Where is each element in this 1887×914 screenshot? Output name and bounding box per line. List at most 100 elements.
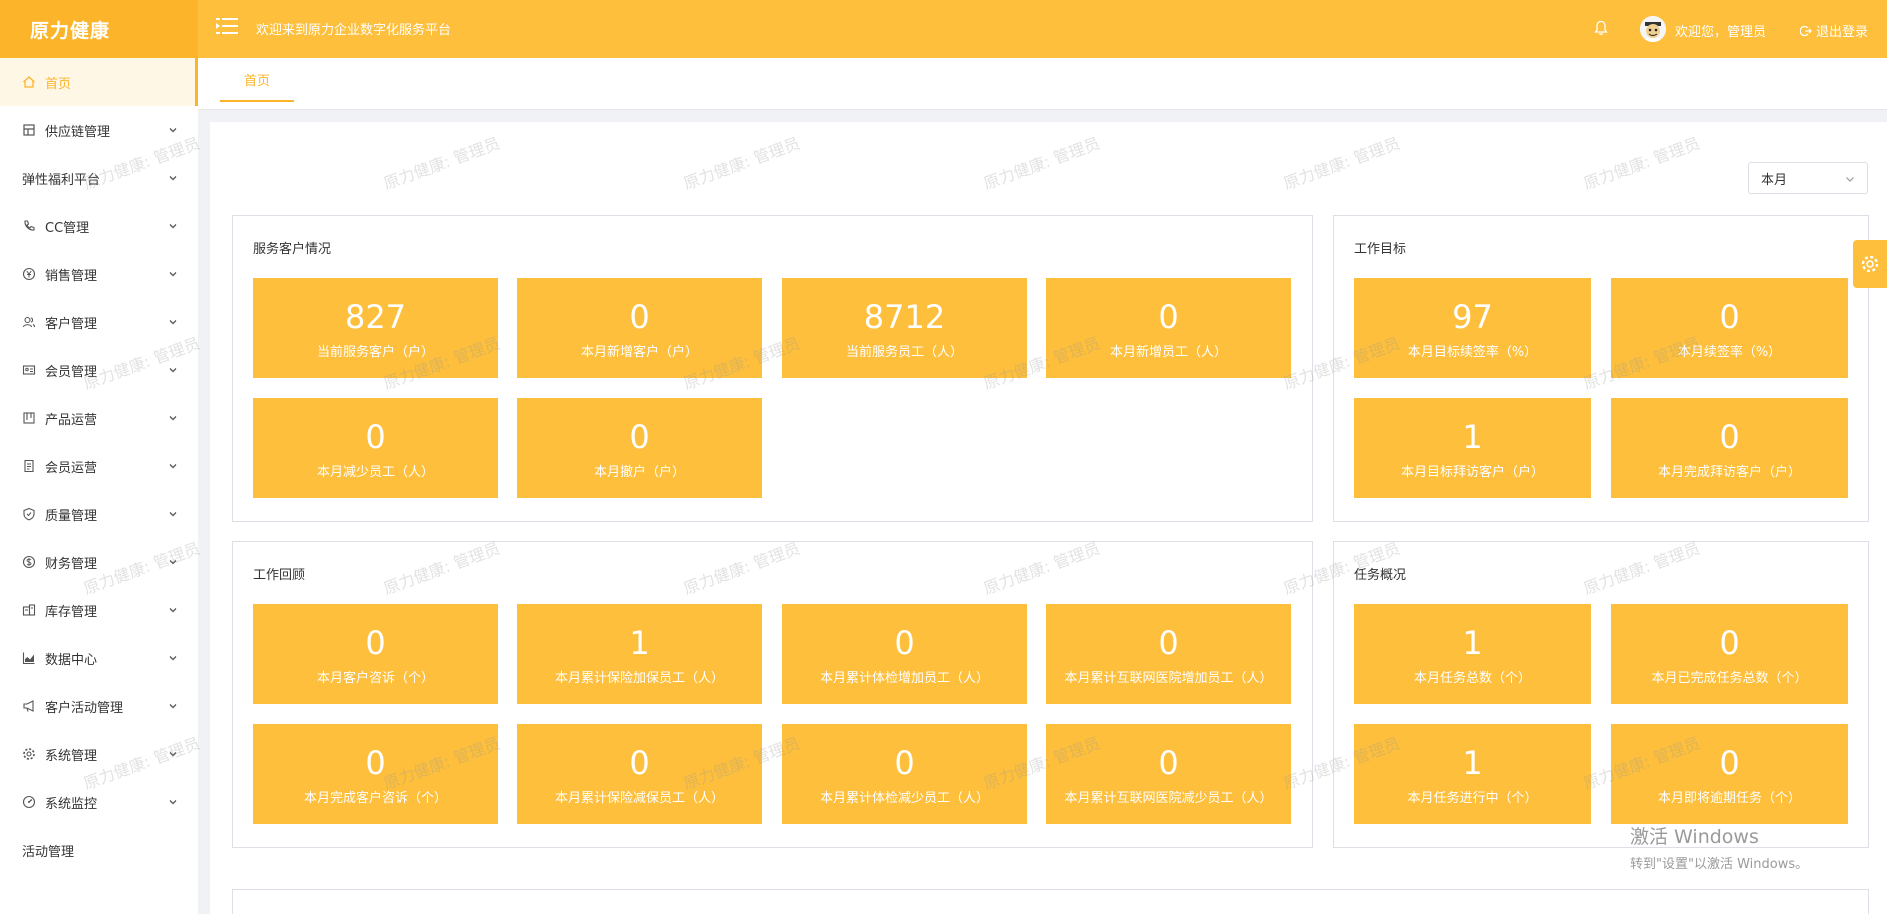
stat-card: 0 本月新增员工（人） [1046, 278, 1291, 378]
stat-card: 0 本月客户咨诉（个） [253, 604, 498, 704]
stat-card: 0 本月续签率（%） [1611, 278, 1848, 378]
logout-icon [1800, 25, 1812, 36]
panel-task-overview: 任务概况 1 本月任务总数（个） 0 本月已完成任务总数（个） 1 本月任务进行… [1333, 541, 1869, 848]
sidebar-item-quality[interactable]: 质量管理 [0, 490, 198, 538]
megaphone-icon [23, 700, 34, 712]
sidebar-item-label: 数据中心 [45, 652, 98, 668]
stat-card: 0 本月累计互联网医院增加员工（人） [1046, 604, 1291, 704]
stat-label: 本月即将逾期任务（个） [1657, 791, 1801, 806]
tab-bar: 首页 [198, 58, 1887, 110]
stat-card: 0 本月完成拜访客户（户） [1611, 398, 1848, 498]
chevron-down-icon [169, 704, 177, 709]
sidebar-item-finance[interactable]: 财务管理 [0, 538, 198, 586]
user-greeting[interactable]: 欢迎您，管理员 [1675, 21, 1766, 40]
sidebar-item-customers[interactable]: 客户管理 [0, 298, 198, 346]
sidebar-item-customer-activity[interactable]: 客户活动管理 [0, 682, 198, 730]
sidebar-nav: 首页 供应链管理 弹性福利平台 CC管理 销售管理 客户管理 会员管理 产品运营… [0, 58, 198, 914]
period-select[interactable]: 本月 [1748, 162, 1868, 194]
stat-card: 0 本月累计体检增加员工（人） [782, 604, 1027, 704]
stat-card: 0 本月完成客户咨诉（个） [253, 724, 498, 824]
sidebar-item-data-center[interactable]: 数据中心 [0, 634, 198, 682]
stat-value: 0 [1158, 298, 1179, 336]
chevron-down-icon [169, 560, 177, 565]
chevron-down-icon [169, 320, 177, 325]
sidebar-item-label: 系统监控 [45, 796, 98, 812]
chevron-down-icon [169, 128, 177, 133]
stat-value: 0 [894, 744, 915, 782]
sidebar-item-monitoring[interactable]: 系统监控 [0, 778, 198, 826]
sidebar-item-inventory[interactable]: 库存管理 [0, 586, 198, 634]
bell-icon[interactable] [1593, 20, 1609, 36]
stat-label: 本月累计保险减保员工（人） [554, 791, 724, 806]
logout-button[interactable]: 退出登录 [1800, 21, 1868, 40]
chevron-down-icon [169, 608, 177, 613]
sidebar-item-label: 系统管理 [45, 748, 98, 764]
panel-service-customers: 服务客户情况 827 当前服务客户（户） 0 本月新增客户（户） 8712 当前… [232, 215, 1313, 522]
id-card-icon [22, 365, 36, 375]
product-icon [23, 412, 35, 424]
stat-card: 8712 当前服务员工（人） [782, 278, 1027, 378]
stat-label: 本月累计体检减少员工（人） [819, 791, 989, 806]
stat-label: 本月完成拜访客户（户） [1657, 465, 1801, 480]
shield-icon [23, 507, 35, 521]
settings-drawer-button[interactable] [1853, 240, 1887, 288]
menu-toggle-icon[interactable] [216, 16, 238, 36]
stat-card: 827 当前服务客户（户） [253, 278, 498, 378]
panel-title: 任务概况 [1354, 568, 1407, 583]
chevron-down-icon [169, 224, 177, 229]
sidebar-item-members[interactable]: 会员管理 [0, 346, 198, 394]
avatar-image [1640, 16, 1666, 42]
sidebar-item-supply-chain[interactable]: 供应链管理 [0, 106, 198, 154]
stat-value: 1 [629, 624, 650, 662]
chevron-down-icon [169, 368, 177, 373]
sidebar-item-product-ops[interactable]: 产品运营 [0, 394, 198, 442]
sidebar-item-system[interactable]: 系统管理 [0, 730, 198, 778]
panel-title: 服务客户情况 [253, 242, 332, 257]
stat-label: 本月新增客户（户） [580, 345, 698, 360]
yen-icon [22, 267, 36, 281]
panel-title: 工作回顾 [253, 568, 306, 583]
dollar-icon [22, 555, 36, 569]
building-icon [23, 124, 35, 136]
sidebar-item-cc[interactable]: CC管理 [0, 202, 198, 250]
stat-value: 0 [1719, 418, 1740, 456]
stat-value: 0 [629, 418, 650, 456]
stat-card: 0 本月撤户（户） [517, 398, 762, 498]
sidebar-item-sales[interactable]: 销售管理 [0, 250, 198, 298]
document-icon [24, 459, 34, 473]
stat-card: 1 本月累计保险加保员工（人） [517, 604, 762, 704]
sidebar-item-home[interactable]: 首页 [0, 58, 198, 106]
top-header: 原力健康 欢迎来到原力企业数字化服务平台 欢迎您，管理员 退出登录 [0, 0, 1887, 58]
avatar[interactable] [1640, 16, 1666, 42]
stat-value: 1 [1462, 744, 1483, 782]
stat-label: 本月任务进行中（个） [1407, 791, 1538, 806]
stat-card: 1 本月任务总数（个） [1354, 604, 1591, 704]
stat-label: 当前服务客户（户） [316, 345, 434, 360]
stat-label: 本月撤户（户） [593, 465, 685, 480]
stat-label: 本月完成客户咨诉（个） [303, 791, 447, 806]
stat-label: 本月目标续签率（%） [1407, 345, 1538, 360]
stat-label: 本月累计保险加保员工（人） [554, 671, 724, 686]
stat-value: 0 [1158, 744, 1179, 782]
sidebar-item-label: 弹性福利平台 [22, 172, 101, 188]
brand-logo[interactable]: 原力健康 [0, 0, 198, 58]
sidebar-item-label: 客户活动管理 [45, 700, 124, 716]
stat-value: 1 [1462, 624, 1483, 662]
stat-value: 0 [1719, 298, 1740, 336]
sidebar-item-member-ops[interactable]: 会员运营 [0, 442, 198, 490]
chevron-down-icon [169, 512, 177, 517]
phone-icon [24, 220, 35, 231]
tab-home[interactable]: 首页 [220, 58, 294, 102]
gear-icon [23, 748, 35, 760]
stat-value: 0 [365, 744, 386, 782]
home-icon [23, 76, 35, 88]
sidebar-item-activities[interactable]: 活动管理 [0, 826, 198, 874]
stat-card: 1 本月目标拜访客户（户） [1354, 398, 1591, 498]
stat-value: 0 [365, 624, 386, 662]
sidebar-item-flex-benefits[interactable]: 弹性福利平台 [0, 154, 198, 202]
chevron-down-icon [169, 272, 177, 277]
welcome-message: 欢迎来到原力企业数字化服务平台 [256, 23, 452, 38]
panel-title: 工作目标 [1354, 242, 1407, 257]
chevron-down-icon [169, 800, 177, 805]
stat-card: 0 本月累计互联网医院减少员工（人） [1046, 724, 1291, 824]
